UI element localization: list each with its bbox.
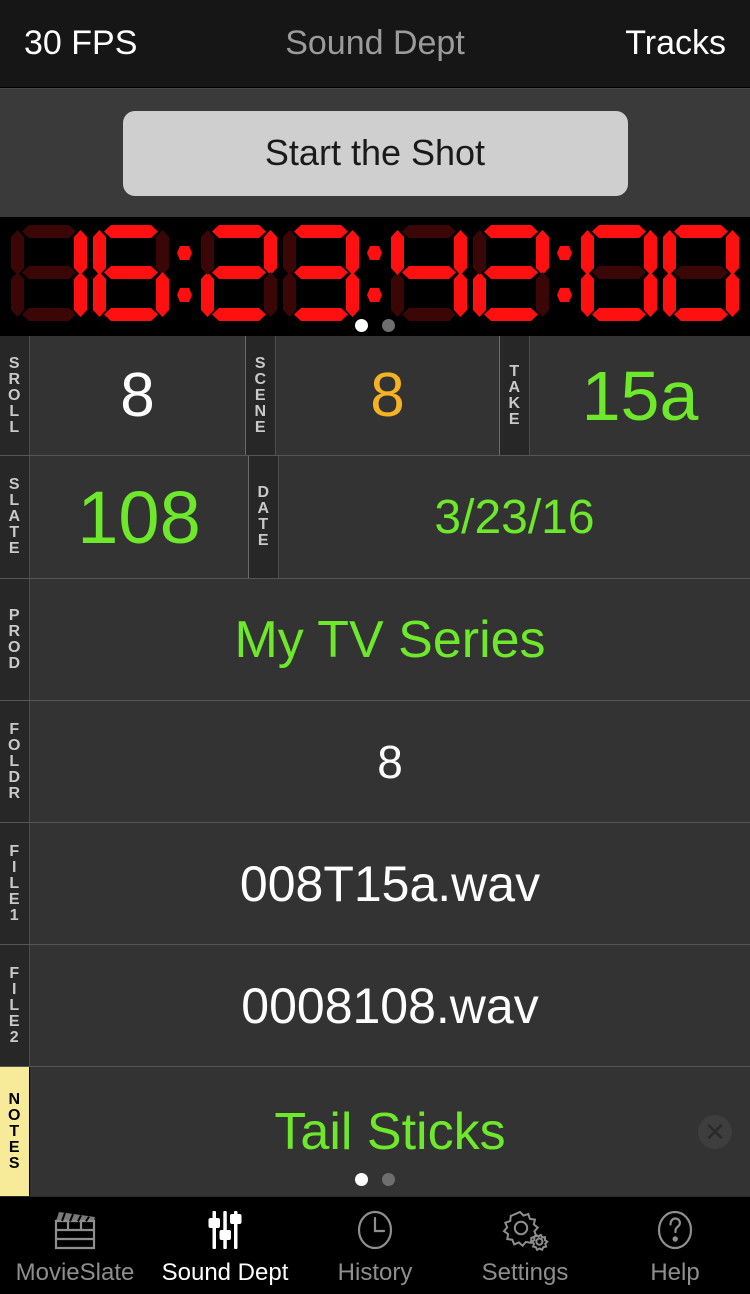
- start-the-shot-button[interactable]: Start the Shot: [123, 111, 628, 196]
- slate-fields: S R O L L 8 S C E N E 8 T A K E 15a S L …: [0, 336, 750, 1196]
- fps-indicator[interactable]: 30 FPS: [24, 24, 137, 63]
- timecode-digit: [91, 225, 171, 321]
- timecode-digit: [9, 225, 89, 321]
- row-file2: F I L E 2 0008108.wav: [0, 945, 750, 1067]
- tab-movieslate[interactable]: MovieSlate: [0, 1197, 150, 1294]
- field-value-file2[interactable]: 0008108.wav: [30, 945, 750, 1066]
- tab-label: Sound Dept: [162, 1259, 289, 1287]
- field-slate[interactable]: S L A T E 108: [0, 456, 248, 578]
- field-label-slate: S L A T E: [0, 456, 30, 578]
- field-label-text: S R O L L: [8, 356, 21, 436]
- field-label-sroll: S R O L L: [0, 336, 30, 455]
- page-dot[interactable]: [382, 1173, 395, 1186]
- tab-label: MovieSlate: [16, 1259, 135, 1287]
- timecode-digits: [8, 225, 742, 321]
- field-file1[interactable]: F I L E 1 008T15a.wav: [0, 823, 750, 944]
- question-circle-icon: [652, 1205, 698, 1255]
- row-notes: N O T E S Tail Sticks ✕: [0, 1067, 750, 1196]
- tab-settings[interactable]: Settings: [450, 1197, 600, 1294]
- field-label-scene: S C E N E: [246, 336, 276, 455]
- field-label-text: S L A T E: [8, 477, 20, 557]
- field-value-file1[interactable]: 008T15a.wav: [30, 823, 750, 944]
- field-label-take: T A K E: [500, 336, 530, 455]
- timecode-digit: [471, 225, 551, 321]
- tab-history[interactable]: History: [300, 1197, 450, 1294]
- tab-label: History: [338, 1259, 413, 1287]
- row-slate-date: S L A T E 108 D A T E 3/23/16: [0, 456, 750, 579]
- row-folder: F O L D R 8: [0, 701, 750, 823]
- timecode-digit: [199, 225, 279, 321]
- top-navigation-bar: 30 FPS Sound Dept Tracks: [0, 0, 750, 88]
- field-label-file2: F I L E 2: [0, 945, 30, 1066]
- row-production: P R O D My TV Series: [0, 579, 750, 701]
- field-label-prod: P R O D: [0, 579, 30, 700]
- row-roll-scene-take: S R O L L 8 S C E N E 8 T A K E 15a: [0, 336, 750, 456]
- action-bar: Start the Shot: [0, 88, 750, 218]
- field-label-text: N O T E S: [8, 1092, 21, 1172]
- page-dot[interactable]: [355, 319, 368, 332]
- field-value-foldr[interactable]: 8: [30, 701, 750, 822]
- timecode-digit: [579, 225, 659, 321]
- field-label-date: D A T E: [249, 456, 279, 578]
- field-label-text: F O L D R: [8, 722, 21, 802]
- tab-label: Help: [650, 1259, 699, 1287]
- timecode-digit: [389, 225, 469, 321]
- field-file2[interactable]: F I L E 2 0008108.wav: [0, 945, 750, 1066]
- clock-icon: [352, 1205, 398, 1255]
- field-date[interactable]: D A T E 3/23/16: [249, 456, 750, 578]
- timecode-colon: [172, 225, 198, 321]
- sound-dept-screen: 30 FPS Sound Dept Tracks Start the Shot …: [0, 0, 750, 1294]
- field-foldr[interactable]: F O L D R 8: [0, 701, 750, 822]
- field-label-text: D A T E: [257, 485, 269, 549]
- page-dot[interactable]: [355, 1173, 368, 1186]
- field-take[interactable]: T A K E 15a: [500, 336, 750, 455]
- field-prod[interactable]: P R O D My TV Series: [0, 579, 750, 700]
- field-value-scene[interactable]: 8: [276, 336, 499, 455]
- tracks-button[interactable]: Tracks: [625, 24, 726, 63]
- gears-icon: [500, 1205, 550, 1255]
- clear-notes-icon[interactable]: ✕: [698, 1115, 732, 1149]
- mixer-sliders-icon: [202, 1205, 248, 1255]
- tab-label: Settings: [482, 1259, 569, 1287]
- timecode-page-dots[interactable]: [0, 319, 750, 332]
- bottom-tab-bar: MovieSlate Sound Dept: [0, 1196, 750, 1294]
- field-label-text: S C E N E: [254, 356, 266, 436]
- field-value-sroll[interactable]: 8: [30, 336, 245, 455]
- field-label-text: P R O D: [8, 608, 21, 672]
- page-dot[interactable]: [382, 319, 395, 332]
- field-value-prod[interactable]: My TV Series: [30, 579, 750, 700]
- tab-help[interactable]: Help: [600, 1197, 750, 1294]
- field-value-date[interactable]: 3/23/16: [279, 456, 750, 578]
- field-sroll[interactable]: S R O L L 8: [0, 336, 245, 455]
- timecode-digit: [281, 225, 361, 321]
- field-scene[interactable]: S C E N E 8: [246, 336, 499, 455]
- field-value-take[interactable]: 15a: [530, 336, 750, 455]
- slate-page-dots[interactable]: [0, 1173, 750, 1186]
- timecode-colon: [552, 225, 578, 321]
- tab-sound-dept[interactable]: Sound Dept: [150, 1197, 300, 1294]
- timecode-digit: [661, 225, 741, 321]
- field-label-text: F I L E 1: [9, 844, 20, 924]
- timecode-colon: [362, 225, 388, 321]
- field-label-file1: F I L E 1: [0, 823, 30, 944]
- timecode-display[interactable]: [0, 218, 750, 336]
- clapperboard-icon: [52, 1205, 98, 1255]
- field-label-text: T A K E: [508, 364, 520, 428]
- field-label-foldr: F O L D R: [0, 701, 30, 822]
- field-value-slate[interactable]: 108: [30, 456, 248, 578]
- row-file1: F I L E 1 008T15a.wav: [0, 823, 750, 945]
- field-label-text: F I L E 2: [9, 966, 20, 1046]
